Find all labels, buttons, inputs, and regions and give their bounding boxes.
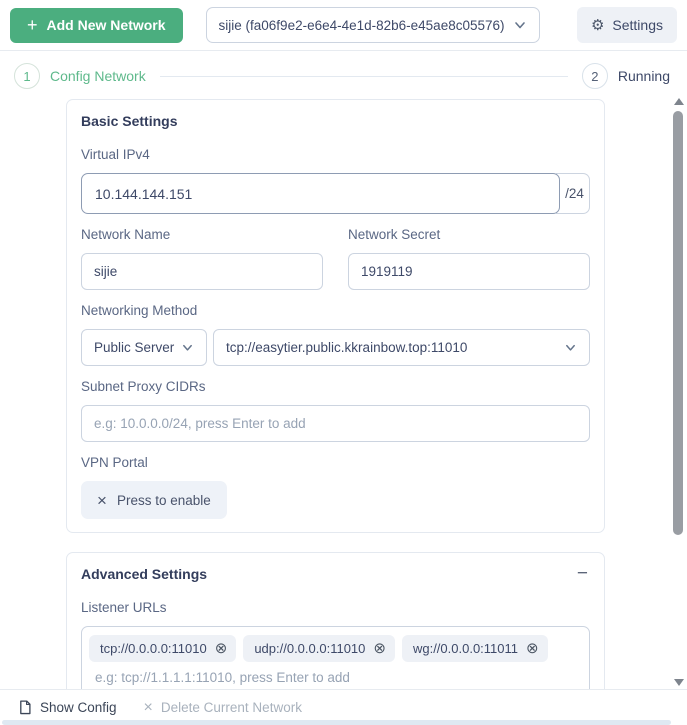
- add-new-network-button[interactable]: + Add New Network: [10, 7, 183, 43]
- ipv4-prefix-addon: /24: [556, 173, 590, 214]
- add-new-network-label: Add New Network: [46, 17, 166, 33]
- step2-number: 2: [581, 63, 608, 89]
- listener-chip: tcp://0.0.0.0:11010 ⊗: [89, 635, 237, 662]
- chevron-down-icon: [183, 344, 192, 351]
- stepper: 1 Config Network 2 Running: [0, 51, 687, 89]
- vpn-portal-enable-button[interactable]: × Press to enable: [81, 481, 227, 519]
- virtual-ipv4-label: Virtual IPv4: [81, 147, 150, 162]
- subnet-proxy-input[interactable]: [81, 405, 590, 442]
- listener-chip: wg://0.0.0.0:11011 ⊗: [401, 635, 548, 662]
- remove-chip-icon[interactable]: ⊗: [215, 641, 228, 656]
- chevron-down-icon: [514, 22, 525, 29]
- vertical-scrollbar-thumb[interactable]: [673, 111, 683, 535]
- show-config-button[interactable]: Show Config: [18, 700, 117, 715]
- scroll-up-arrow-icon[interactable]: [674, 98, 684, 105]
- advanced-settings-card: Advanced Settings − Listener URLs tcp://…: [66, 552, 605, 689]
- listener-chip-label: udp://0.0.0.0:11010: [254, 641, 366, 656]
- vpn-portal-button-label: Press to enable: [116, 492, 211, 508]
- basic-settings-card: Basic Settings Virtual IPv4 /24 Network …: [66, 99, 605, 533]
- plus-icon: +: [27, 15, 38, 35]
- x-icon: ×: [97, 490, 107, 510]
- minus-icon: −: [576, 563, 588, 584]
- delete-current-network-button[interactable]: × Delete Current Network: [143, 698, 302, 716]
- network-select[interactable]: sijie (fa06f9e2-e6e4-4e1d-82b6-e45ae8c05…: [205, 7, 540, 43]
- stepper-connector: [159, 75, 568, 77]
- show-config-label: Show Config: [40, 700, 117, 715]
- scroll-down-arrow-icon[interactable]: [674, 679, 684, 686]
- public-server-select[interactable]: tcp://easytier.public.kkrainbow.top:1101…: [213, 329, 590, 366]
- advanced-settings-title: Advanced Settings: [81, 566, 208, 582]
- delete-network-label: Delete Current Network: [160, 700, 302, 715]
- virtual-ipv4-input[interactable]: [81, 173, 560, 214]
- listener-urls-label: Listener URLs: [81, 600, 167, 615]
- remove-chip-icon[interactable]: ⊗: [526, 641, 539, 656]
- step1-label: Config Network: [50, 68, 146, 84]
- vpn-portal-label: VPN Portal: [81, 455, 148, 470]
- x-icon: ×: [143, 698, 153, 716]
- horizontal-scrollbar-thumb[interactable]: [2, 720, 671, 725]
- public-server-value: tcp://easytier.public.kkrainbow.top:1101…: [226, 340, 468, 355]
- listener-chip-label: tcp://0.0.0.0:11010: [100, 641, 207, 656]
- collapse-section-button[interactable]: −: [575, 564, 590, 583]
- config-file-icon: [20, 700, 31, 715]
- settings-label: Settings: [612, 17, 663, 33]
- remove-chip-icon[interactable]: ⊗: [373, 641, 386, 656]
- network-name-input[interactable]: [81, 253, 323, 290]
- listener-chip-label: wg://0.0.0.0:11011: [412, 641, 519, 656]
- footer-toolbar: Show Config × Delete Current Network: [0, 689, 687, 725]
- chevron-down-icon: [566, 344, 575, 351]
- listener-urls-chips-input[interactable]: tcp://0.0.0.0:11010 ⊗ udp://0.0.0.0:1101…: [81, 626, 590, 689]
- network-name-label: Network Name: [81, 227, 171, 242]
- listener-chip: udp://0.0.0.0:11010 ⊗: [243, 635, 395, 662]
- main-scroll-area: Basic Settings Virtual IPv4 /24 Network …: [0, 89, 687, 689]
- step1-number: 1: [14, 63, 40, 89]
- networking-method-label: Networking Method: [81, 303, 198, 318]
- top-toolbar: + Add New Network sijie (fa06f9e2-e6e4-4…: [0, 0, 687, 51]
- subnet-proxy-label: Subnet Proxy CIDRs: [81, 379, 206, 394]
- networking-method-select[interactable]: Public Server: [81, 329, 207, 366]
- network-secret-input[interactable]: [348, 253, 590, 290]
- gear-icon: ⚙: [590, 16, 605, 34]
- listener-url-text-input[interactable]: [89, 670, 568, 685]
- settings-button[interactable]: ⚙ Settings: [576, 7, 677, 43]
- basic-settings-title: Basic Settings: [81, 113, 178, 129]
- step2-label: Running: [617, 68, 670, 84]
- network-secret-label: Network Secret: [348, 227, 441, 242]
- step-running[interactable]: 2 Running: [581, 63, 670, 89]
- networking-method-value: Public Server: [94, 340, 175, 355]
- vertical-scrollbar: [672, 94, 686, 689]
- step-config-network[interactable]: 1 Config Network: [14, 63, 146, 89]
- network-select-value: sijie (fa06f9e2-e6e4-4e1d-82b6-e45ae8c05…: [218, 17, 505, 33]
- virtual-ipv4-group: /24: [81, 173, 590, 214]
